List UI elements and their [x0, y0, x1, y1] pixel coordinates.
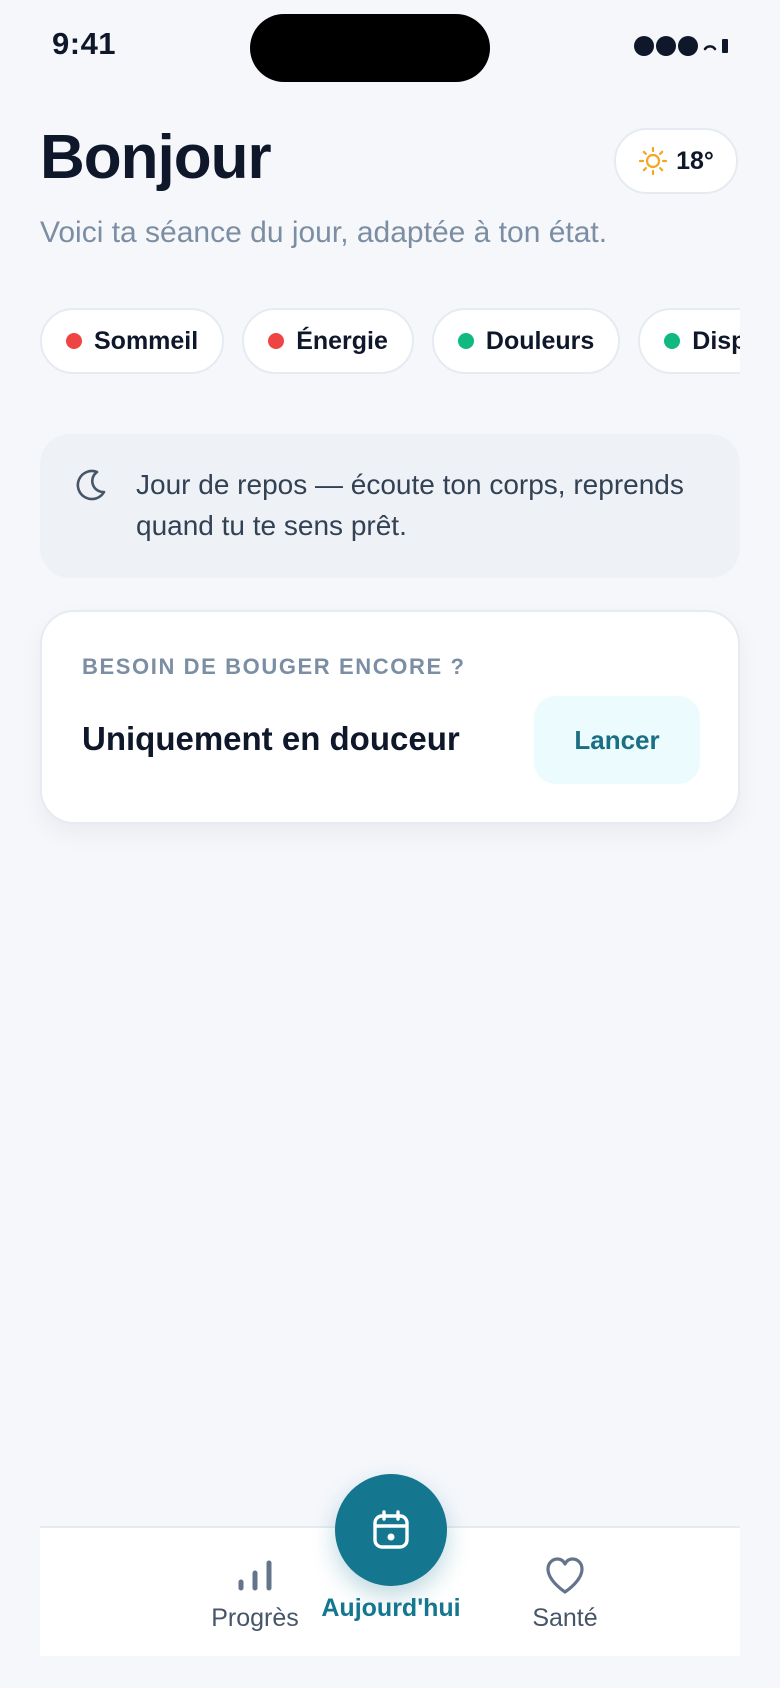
tab-aujourdhui[interactable] — [335, 1474, 447, 1586]
tab-sante[interactable]: Santé — [480, 1556, 650, 1633]
battery-icon — [722, 39, 728, 53]
chip-energie[interactable]: Énergie — [242, 308, 414, 374]
status-bar: 9:41 — [0, 0, 780, 90]
status-dot — [268, 333, 285, 349]
moon-icon — [76, 469, 106, 501]
rest-day-card: Jour de repos — écoute ton corps, repren… — [40, 434, 740, 578]
nav-label: Progrès — [211, 1604, 299, 1632]
status-dot — [664, 333, 681, 349]
gentle-session-card: BESOIN DE BOUGER ENCORE ? Uniquement en … — [40, 610, 740, 824]
chip-sommeil[interactable]: Sommeil — [40, 308, 225, 374]
wifi-icon — [703, 45, 717, 51]
card-eyebrow: BESOIN DE BOUGER ENCORE ? — [82, 654, 466, 679]
heart-icon — [546, 1557, 584, 1594]
dynamic-island — [250, 14, 490, 82]
nav-label: Santé — [532, 1604, 598, 1632]
chip-douleurs[interactable]: Douleurs — [431, 308, 621, 374]
weather-pill[interactable]: 18° — [614, 128, 738, 194]
bar-chart-icon — [238, 1560, 272, 1591]
nav-label-active: Aujourd'hui — [321, 1594, 461, 1622]
chip-dispo[interactable]: Dispo — [638, 308, 740, 374]
status-chips: Sommeil Énergie Douleurs Dispo — [40, 308, 740, 378]
weather-temperature: 18° — [676, 146, 714, 175]
calendar-icon — [373, 1510, 409, 1549]
card-title: Uniquement en douceur — [82, 720, 460, 757]
chip-label: Énergie — [296, 326, 388, 355]
status-dot — [66, 333, 82, 349]
launch-button[interactable]: Lancer — [534, 696, 700, 784]
page-subtitle: Voici ta séance du jour, adaptée à ton é… — [40, 216, 608, 249]
rest-day-message: Jour de repos — écoute ton corps, repren… — [136, 469, 684, 541]
signal-dot-icon — [634, 36, 654, 56]
status-icons — [634, 36, 728, 56]
page-title: Bonjour — [40, 123, 272, 192]
signal-dot-icon — [678, 36, 698, 56]
chip-label: Dispo — [692, 326, 740, 355]
chip-label: Sommeil — [94, 326, 199, 355]
status-time: 9:41 — [52, 26, 117, 61]
status-dot — [457, 333, 474, 349]
sun-icon — [638, 146, 668, 176]
chip-label: Douleurs — [485, 326, 595, 355]
signal-dot-icon — [656, 36, 676, 56]
